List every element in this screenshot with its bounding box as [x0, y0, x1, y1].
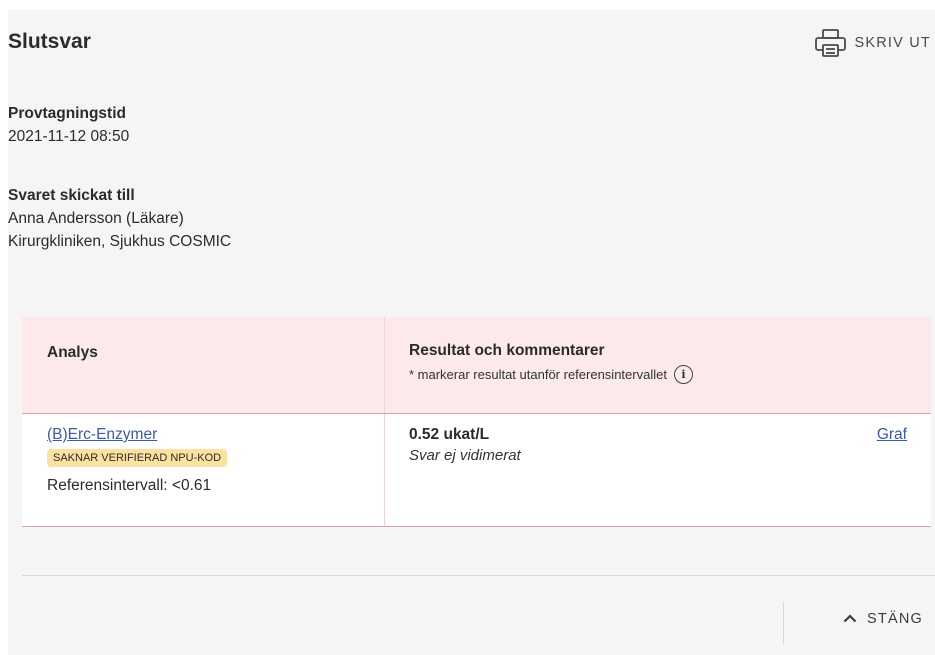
sent-to-person: Anna Andersson (Läkare)	[8, 210, 184, 227]
footer-separator	[783, 602, 784, 644]
info-icon[interactable]: i	[673, 365, 693, 384]
sent-to-block: Svaret skickat till Anna Andersson (Läka…	[8, 184, 231, 253]
sampling-time-value: 2021-11-12 08:50	[8, 128, 130, 145]
reference-note-text: * markerar resultat utanför referensinte…	[409, 367, 667, 382]
result-status: Svar ej vidimerat	[409, 447, 521, 464]
sent-to-label: Svaret skickat till	[8, 187, 135, 204]
print-button-label: SKRIV UT	[854, 35, 931, 51]
table-header: Analys Resultat och kommentarer * marker…	[22, 317, 931, 414]
table-row: (B)Erc-Enzymer SAKNAR VERIFIERAD NPU-KOD…	[22, 414, 931, 527]
column-header-results: Resultat och kommentarer * markerar resu…	[385, 317, 931, 413]
print-button[interactable]: SKRIV UT	[814, 28, 931, 58]
analysis-link[interactable]: (B)Erc-Enzymer	[47, 426, 157, 443]
footer-divider	[22, 575, 935, 576]
results-table: Analys Resultat och kommentarer * marker…	[22, 317, 931, 527]
panel-header: Slutsvar SKRIV UT	[8, 10, 935, 74]
graph-link[interactable]: Graf	[877, 426, 907, 444]
result-cell: 0.52 ukat/L Svar ej vidimerat Graf	[385, 414, 931, 526]
reference-note: * markerar resultat utanför referensinte…	[409, 365, 931, 384]
close-button-label: STÄNG	[867, 611, 923, 627]
sampling-time-block: Provtagningstid 2021-11-12 08:50	[8, 102, 129, 148]
column-header-analysis: Analys	[22, 317, 385, 413]
column-header-results-label: Resultat och kommentarer	[409, 342, 605, 359]
printer-icon	[814, 28, 847, 58]
analysis-cell: (B)Erc-Enzymer SAKNAR VERIFIERAD NPU-KOD…	[22, 414, 385, 526]
reference-interval: Referensintervall: <0.61	[47, 477, 212, 494]
result-panel: Slutsvar SKRIV UT Provtagningstid 2021-1…	[8, 10, 935, 655]
result-value: 0.52 ukat/L	[409, 426, 490, 443]
chevron-up-icon	[843, 611, 857, 627]
status-badge: SAKNAR VERIFIERAD NPU-KOD	[47, 449, 228, 467]
page-title: Slutsvar	[8, 30, 91, 53]
close-button[interactable]: STÄNG	[843, 611, 923, 627]
sent-to-unit: Kirurgkliniken, Sjukhus COSMIC	[8, 233, 232, 250]
sampling-time-label: Provtagningstid	[8, 105, 126, 122]
